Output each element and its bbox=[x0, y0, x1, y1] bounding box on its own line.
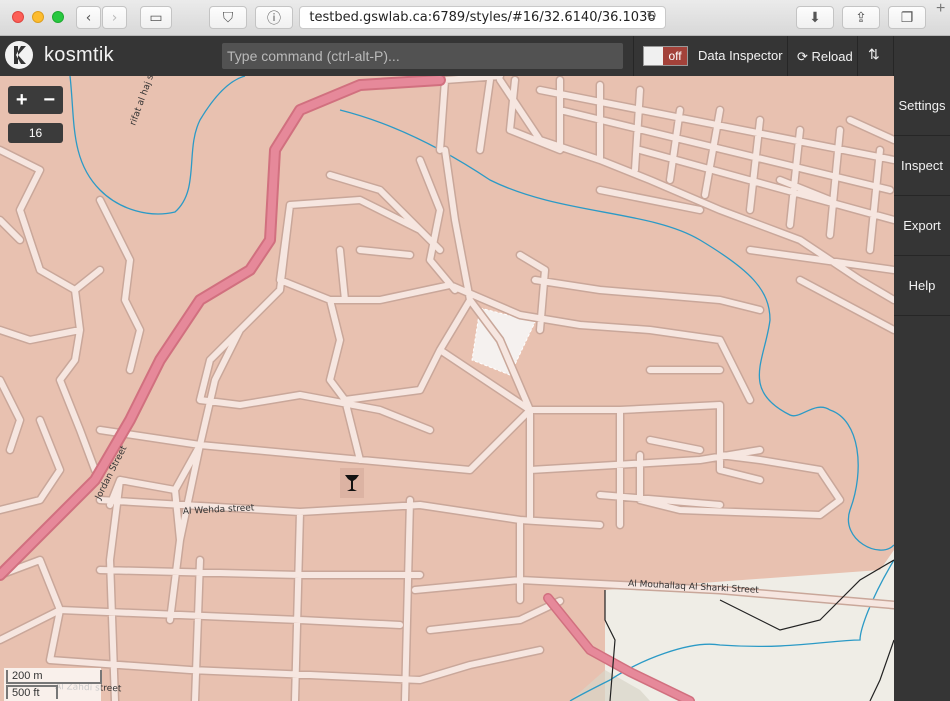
sidebar-item-inspect[interactable]: Inspect bbox=[894, 136, 950, 196]
shield-icon[interactable]: ⛉ bbox=[209, 6, 247, 29]
zoom-out-button[interactable]: − bbox=[36, 86, 64, 114]
zoom-level-indicator: 16 bbox=[8, 123, 63, 143]
share-icon[interactable]: ⇪ bbox=[842, 6, 880, 29]
scale-bar: 200 m 500 ft bbox=[4, 668, 102, 701]
minimize-window-button[interactable] bbox=[32, 11, 44, 23]
zoom-in-button[interactable]: + bbox=[8, 86, 36, 114]
app-toolbar: kosmtik Type command (ctrl-alt-P)... off… bbox=[0, 36, 950, 76]
app-name: kosmtik bbox=[44, 43, 114, 66]
data-inspector-label[interactable]: Data Inspector bbox=[698, 48, 783, 63]
toolbar-divider bbox=[893, 36, 894, 76]
scale-imperial: 500 ft bbox=[6, 685, 58, 699]
zoom-control: + − bbox=[8, 86, 63, 114]
poi-fountain-icon bbox=[340, 468, 364, 498]
toolbar-divider bbox=[787, 36, 788, 76]
info-icon[interactable]: ⓘ bbox=[255, 6, 293, 29]
kosmtik-logo-icon bbox=[5, 41, 33, 69]
browser-chrome: ‹ › ▭ ⛉ ⓘ testbed.gswlab.ca:6789/styles/… bbox=[0, 0, 950, 36]
sidebar-item-help[interactable]: Help bbox=[894, 256, 950, 316]
url-text: testbed.gswlab.ca:6789/styles/#16/32.614… bbox=[309, 10, 656, 25]
page-reload-icon[interactable]: ↻ bbox=[646, 9, 657, 24]
sidebar-item-export[interactable]: Export bbox=[894, 196, 950, 256]
map-rendering: Jordan Street Al Wehda street Al Mouhall… bbox=[0, 76, 894, 701]
scale-metric: 200 m bbox=[6, 670, 102, 684]
new-tab-icon[interactable]: + bbox=[936, 0, 950, 36]
data-inspector-toggle[interactable]: off bbox=[643, 46, 688, 66]
sidebar-toggle-icon[interactable]: ▭ bbox=[140, 6, 172, 29]
swap-icon[interactable]: ⇅ bbox=[868, 46, 880, 63]
toolbar-divider bbox=[857, 36, 858, 76]
tabs-icon[interactable]: ❐ bbox=[888, 6, 926, 29]
address-bar[interactable]: testbed.gswlab.ca:6789/styles/#16/32.614… bbox=[299, 6, 666, 29]
toolbar-divider bbox=[633, 36, 634, 76]
forward-icon[interactable]: › bbox=[102, 6, 127, 29]
back-icon[interactable]: ‹ bbox=[76, 6, 101, 29]
brand: kosmtik bbox=[4, 40, 114, 70]
toggle-state: off bbox=[663, 47, 687, 65]
zoom-window-button[interactable] bbox=[52, 11, 64, 23]
download-icon[interactable]: ⬇ bbox=[796, 6, 834, 29]
command-input[interactable]: Type command (ctrl-alt-P)... bbox=[222, 43, 623, 69]
reload-button[interactable]: ⟳ Reload bbox=[797, 49, 853, 65]
right-sidebar: Settings Inspect Export Help bbox=[894, 76, 950, 701]
close-window-button[interactable] bbox=[12, 11, 24, 23]
map-canvas[interactable]: Jordan Street Al Wehda street Al Mouhall… bbox=[0, 76, 894, 701]
street-label-rifat: rifat al haj srur bbox=[128, 76, 160, 127]
sidebar-item-settings[interactable]: Settings bbox=[894, 76, 950, 136]
